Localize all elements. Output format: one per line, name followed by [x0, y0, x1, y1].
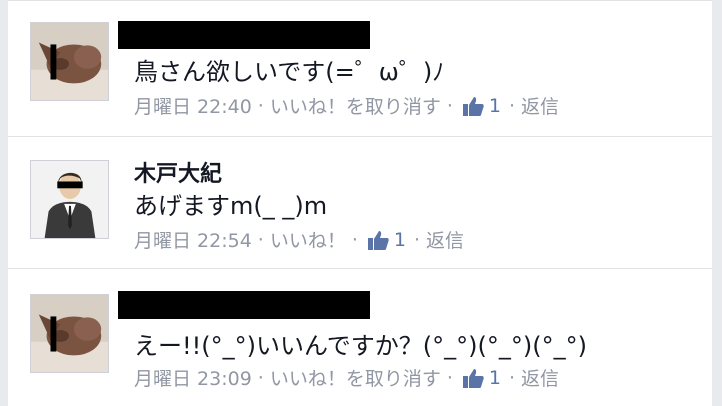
- separator: ·: [509, 94, 516, 117]
- like-count[interactable]: 1: [489, 367, 501, 389]
- thumbs-up-icon[interactable]: [461, 366, 485, 390]
- author-name[interactable]: 木戸大紀: [134, 156, 222, 188]
- redacted-name: [118, 291, 370, 319]
- avatar[interactable]: [30, 22, 109, 101]
- separator: ·: [446, 94, 453, 117]
- separator: ·: [257, 94, 264, 117]
- like-count[interactable]: 1: [394, 229, 406, 251]
- unlike-link[interactable]: いいね！を取り消す: [270, 92, 441, 119]
- separator: ·: [257, 366, 264, 389]
- separator: ·: [351, 228, 358, 251]
- thumbs-up-icon[interactable]: [366, 228, 390, 252]
- comment-meta: 月曜日 22:40 · いいね！を取り消す · 1 · 返信: [134, 92, 559, 119]
- comment-item: えー!!(°_°)いいんですか？(°_°)(°_°)(°_°) 月曜日 23:0…: [8, 268, 712, 406]
- comment-text: 鳥さん欲しいです(=゜ω゜)ﾉ: [134, 58, 445, 86]
- comment-item: 鳥さん欲しいです(=゜ω゜)ﾉ 月曜日 22:40 · いいね！を取り消す · …: [8, 0, 712, 136]
- frame-left: [0, 0, 8, 406]
- comment-item: 木戸大紀 あげますm(_ _)m 月曜日 22:54 · いいね！ · 1 · …: [8, 136, 712, 268]
- frame-right: [712, 0, 722, 406]
- separator: ·: [257, 228, 264, 251]
- redacted-name: [118, 21, 370, 49]
- comment-feed: 鳥さん欲しいです(=゜ω゜)ﾉ 月曜日 22:40 · いいね！を取り消す · …: [0, 0, 722, 406]
- timestamp[interactable]: 月曜日 23:09: [134, 364, 252, 391]
- timestamp[interactable]: 月曜日 22:54: [134, 226, 252, 253]
- reply-link[interactable]: 返信: [521, 364, 559, 391]
- separator: ·: [446, 366, 453, 389]
- person-avatar-icon: [31, 161, 108, 238]
- comment-meta: 月曜日 22:54 · いいね！ · 1 · 返信: [134, 226, 464, 253]
- separator: ·: [414, 228, 421, 251]
- timestamp[interactable]: 月曜日 22:40: [134, 92, 252, 119]
- dog-avatar-icon: [31, 23, 108, 100]
- like-link[interactable]: いいね！: [270, 226, 346, 253]
- like-count[interactable]: 1: [489, 95, 501, 117]
- reply-link[interactable]: 返信: [521, 92, 559, 119]
- unlike-link[interactable]: いいね！を取り消す: [270, 364, 441, 391]
- comment-text: あげますm(_ _)m: [134, 192, 328, 220]
- avatar[interactable]: [30, 160, 109, 239]
- separator: ·: [509, 366, 516, 389]
- dog-avatar-icon: [31, 295, 108, 372]
- comment-text: えー!!(°_°)いいんですか？(°_°)(°_°)(°_°): [134, 332, 587, 360]
- thumbs-up-icon[interactable]: [461, 94, 485, 118]
- avatar[interactable]: [30, 294, 109, 373]
- reply-link[interactable]: 返信: [426, 226, 464, 253]
- comment-meta: 月曜日 23:09 · いいね！を取り消す · 1 · 返信: [134, 364, 559, 391]
